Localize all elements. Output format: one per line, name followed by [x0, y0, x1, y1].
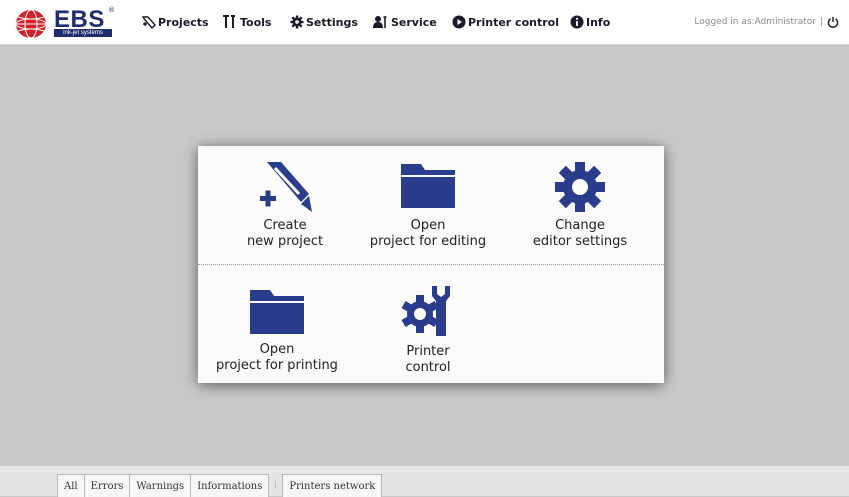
user-status: Logged in as:Administrator | — [694, 14, 839, 30]
tab-errors[interactable]: Errors — [83, 474, 131, 497]
create-project-icon — [260, 162, 312, 212]
user-separator: | — [819, 17, 823, 27]
printer-control-tile[interactable]: Printer control — [353, 284, 503, 376]
gear-wrench-icon — [401, 286, 450, 336]
open-project-printing-line1: Open — [259, 342, 295, 357]
folder-icon — [250, 290, 304, 334]
tab-all[interactable]: All — [57, 474, 85, 497]
nav-settings-label: Settings — [306, 15, 358, 29]
create-new-project-tile[interactable]: Create new project — [210, 160, 360, 250]
nav-info[interactable]: Info — [570, 14, 610, 30]
printer-control-line1: Printer — [406, 344, 450, 359]
nav-projects-label: Projects — [158, 15, 209, 29]
open-project-printing-line2: project for printing — [216, 358, 338, 373]
tools-icon — [223, 15, 235, 28]
nav-tools-label: Tools — [240, 15, 272, 29]
change-editor-settings-line1: Change — [555, 218, 605, 233]
logged-in-text: Logged in as:Administrator — [694, 17, 816, 27]
nav-service-label: Service — [391, 15, 437, 29]
nav-projects[interactable]: Projects — [142, 14, 209, 30]
registered-mark: ® — [108, 6, 115, 14]
gear-icon — [555, 162, 605, 212]
nav-info-label: Info — [586, 15, 611, 29]
brand-subtitle: ink-jet systems — [54, 29, 112, 37]
printer-control-line2: control — [405, 360, 451, 375]
log-filter-tabs: All Errors Warnings Informations ⁞ Print… — [57, 474, 383, 497]
printer-control-icon — [452, 15, 466, 29]
nav-printer-control[interactable]: Printer control — [452, 14, 559, 30]
open-project-editing-line1: Open — [410, 218, 446, 233]
row-divider — [198, 264, 664, 265]
tab-separator: ⁞ — [273, 479, 277, 491]
folder-icon — [401, 164, 455, 208]
tab-printers-network[interactable]: Printers network — [282, 474, 383, 497]
project-actions-panel: Create new project Open project for edit… — [198, 146, 664, 383]
top-navigation-bar: EBS ® ink-jet systems Projects Tools Set… — [0, 0, 849, 45]
power-icon[interactable] — [827, 16, 839, 28]
create-new-project-line2: new project — [246, 234, 324, 249]
message-log-bar: All Errors Warnings Informations ⁞ Print… — [0, 466, 849, 497]
nav-printer-control-label: Printer control — [468, 15, 559, 29]
change-editor-settings-tile[interactable]: Change editor settings — [505, 160, 655, 250]
logo-globe-icon — [15, 9, 47, 39]
tab-informations[interactable]: Informations — [190, 474, 270, 497]
change-editor-settings-line2: editor settings — [532, 234, 628, 249]
service-icon — [373, 16, 387, 28]
projects-icon — [142, 16, 156, 29]
open-project-editing-tile[interactable]: Open project for editing — [353, 160, 503, 250]
info-icon — [570, 15, 584, 29]
create-new-project-line1: Create — [263, 218, 307, 233]
nav-tools[interactable]: Tools — [222, 14, 271, 30]
nav-service[interactable]: Service — [373, 14, 437, 30]
settings-icon — [290, 15, 304, 29]
nav-settings[interactable]: Settings — [290, 14, 358, 30]
ebs-logo: EBS ® ink-jet systems — [8, 4, 118, 40]
tab-warnings[interactable]: Warnings — [129, 474, 192, 497]
open-project-editing-line2: project for editing — [369, 234, 487, 249]
open-project-printing-tile[interactable]: Open project for printing — [202, 286, 352, 374]
